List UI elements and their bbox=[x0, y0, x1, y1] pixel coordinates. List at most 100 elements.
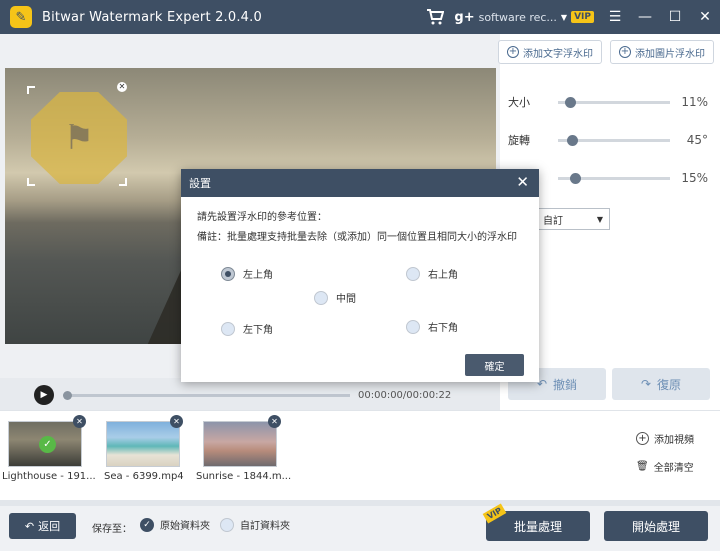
original-folder-label: 原始資料夾 bbox=[160, 521, 210, 532]
clear-all-button[interactable]: 🗑 全部清空 bbox=[636, 459, 694, 474]
dialog-prompt: 請先設置浮水印的參考位置： bbox=[197, 212, 327, 223]
back-button[interactable]: ↶ 返回 bbox=[9, 513, 76, 539]
selected-radio-icon bbox=[221, 266, 235, 281]
position-bottom-right[interactable]: 右下角 bbox=[406, 319, 458, 334]
radio-icon bbox=[314, 290, 328, 305]
resize-handle-bottom-left[interactable] bbox=[27, 178, 35, 186]
position-bottom-right-label: 右下角 bbox=[428, 323, 458, 334]
title-bar-controls: g+ software rec... ▼ VIP ☰ — ☐ ✕ bbox=[420, 0, 720, 34]
start-process-button[interactable]: 開始處理 bbox=[604, 511, 708, 541]
opacity-slider-knob[interactable] bbox=[569, 172, 581, 184]
size-label: 大小 bbox=[508, 96, 530, 109]
radio-icon bbox=[220, 517, 234, 532]
remove-watermark-icon[interactable]: ✕ bbox=[117, 82, 127, 92]
file-thumbnail-lighthouse[interactable]: ✓ bbox=[8, 421, 82, 467]
original-folder-option[interactable]: ✓ 原始資料夾 bbox=[140, 517, 210, 532]
checked-radio-icon: ✓ bbox=[140, 517, 154, 532]
back-label: 返回 bbox=[38, 520, 61, 533]
video-player-bar: ▶ 00:00:00/00:00:22 bbox=[0, 378, 500, 412]
position-top-right[interactable]: 右上角 bbox=[406, 266, 458, 281]
file-name: Sunrise - 1844.m... bbox=[196, 471, 292, 482]
position-select[interactable]: 自訂 ▼ bbox=[536, 208, 610, 230]
add-image-watermark-label: 添加圖片浮水印 bbox=[635, 48, 705, 60]
maximize-icon[interactable]: ☐ bbox=[660, 0, 690, 34]
size-value: 11% bbox=[681, 95, 708, 109]
position-top-right-label: 右上角 bbox=[428, 270, 458, 281]
back-arrow-icon: ↶ bbox=[24, 519, 35, 533]
video-time: 00:00:00/00:00:22 bbox=[358, 389, 452, 401]
position-top-left[interactable]: 左上角 bbox=[221, 266, 273, 281]
plus-circle-icon: + bbox=[636, 432, 649, 445]
vip-badge: VIP bbox=[482, 503, 507, 524]
custom-folder-label: 自訂資料夾 bbox=[240, 521, 290, 532]
title-bar: ✎ Bitwar Watermark Expert 2.0.4.0 g+ sof… bbox=[0, 0, 720, 34]
watermark-toolbar: + 添加文字浮水印 + 添加圖片浮水印 bbox=[498, 40, 714, 64]
radio-icon bbox=[221, 321, 235, 336]
position-bottom-left-label: 左下角 bbox=[243, 325, 273, 336]
rotate-label: 旋轉 bbox=[508, 134, 530, 147]
google-plus-icon[interactable]: g+ bbox=[454, 10, 474, 25]
undo-label: 撤銷 bbox=[553, 377, 578, 392]
add-video-label: 添加視頻 bbox=[654, 435, 694, 446]
dialog-header: 設置 ✕ bbox=[181, 169, 539, 197]
opacity-value: 15% bbox=[681, 171, 708, 185]
vip-badge[interactable]: VIP bbox=[571, 11, 594, 23]
position-center-label: 中間 bbox=[336, 294, 356, 305]
add-video-button[interactable]: + 添加視頻 bbox=[636, 431, 694, 446]
size-slider-row: 大小 11% bbox=[508, 92, 714, 112]
position-center[interactable]: 中間 bbox=[314, 290, 356, 305]
remove-file-icon[interactable]: ✕ bbox=[170, 415, 183, 428]
rotate-slider[interactable] bbox=[558, 134, 670, 146]
size-slider-knob[interactable] bbox=[565, 96, 577, 108]
size-slider[interactable] bbox=[558, 96, 670, 108]
chevron-down-icon: ▼ bbox=[596, 214, 603, 224]
radio-icon bbox=[406, 266, 420, 281]
redo-button[interactable]: ↷ 復原 bbox=[612, 368, 710, 400]
batch-process-button[interactable]: VIP 批量處理 bbox=[482, 503, 590, 541]
software-recommend-link[interactable]: software rec... bbox=[479, 11, 557, 24]
minimize-icon[interactable]: — bbox=[630, 0, 660, 34]
add-image-watermark-button[interactable]: + 添加圖片浮水印 bbox=[610, 40, 714, 64]
remove-file-icon[interactable]: ✕ bbox=[268, 415, 281, 428]
rotate-slider-row: 旋轉 45° bbox=[508, 130, 714, 150]
radio-icon bbox=[406, 319, 420, 334]
remove-file-icon[interactable]: ✕ bbox=[73, 415, 86, 428]
progress-knob[interactable] bbox=[63, 390, 72, 400]
play-button[interactable]: ▶ bbox=[34, 385, 54, 405]
trash-icon: 🗑 bbox=[636, 461, 649, 472]
dialog-title: 設置 bbox=[189, 177, 211, 190]
opacity-slider[interactable] bbox=[558, 172, 670, 184]
ok-button[interactable]: 確定 bbox=[465, 354, 524, 376]
position-select-value: 自訂 bbox=[543, 215, 563, 227]
rotate-slider-knob[interactable] bbox=[567, 134, 578, 146]
position-top-left-label: 左上角 bbox=[243, 270, 273, 281]
video-progress-bar[interactable] bbox=[63, 390, 350, 400]
start-process-label: 開始處理 bbox=[631, 519, 680, 534]
resize-handle-bottom-right[interactable] bbox=[119, 178, 127, 186]
file-thumbnail-sunrise[interactable] bbox=[203, 421, 277, 467]
rotate-value: 45° bbox=[686, 133, 708, 147]
watermark-selection-box[interactable]: ⚑ ✕ bbox=[27, 82, 127, 186]
plus-circle-icon: + bbox=[619, 46, 631, 58]
file-name: Lighthouse - 191... bbox=[2, 471, 96, 482]
bottom-bar: ↶ 返回 保存至： ✓ 原始資料夾 自訂資料夾 VIP 批量處理 開始處理 bbox=[0, 500, 720, 551]
dialog-close-icon[interactable]: ✕ bbox=[516, 173, 529, 191]
menu-icon[interactable]: ☰ bbox=[600, 0, 630, 34]
position-bottom-left[interactable]: 左下角 bbox=[221, 321, 273, 336]
app-title: Bitwar Watermark Expert 2.0.4.0 bbox=[42, 9, 262, 25]
file-thumbnail-sea[interactable] bbox=[106, 421, 180, 467]
batch-process-label: 批量處理 bbox=[513, 519, 562, 534]
dialog-note: 備註：批量處理支持批量去除（或添加）同一個位置且相同大小的浮水印 bbox=[197, 232, 517, 243]
add-text-watermark-label: 添加文字浮水印 bbox=[523, 48, 593, 60]
redo-icon: ↷ bbox=[640, 377, 652, 391]
close-icon[interactable]: ✕ bbox=[690, 0, 720, 34]
file-name: Sea - 6399.mp4 bbox=[104, 471, 184, 482]
resize-handle-top-left[interactable] bbox=[27, 86, 35, 94]
custom-folder-option[interactable]: 自訂資料夾 bbox=[220, 517, 290, 532]
cart-icon[interactable] bbox=[420, 0, 450, 34]
clear-all-label: 全部清空 bbox=[653, 463, 694, 474]
add-text-watermark-button[interactable]: + 添加文字浮水印 bbox=[498, 40, 602, 64]
settings-dialog: 設置 ✕ 請先設置浮水印的參考位置： 備註：批量處理支持批量去除（或添加）同一個… bbox=[181, 169, 539, 382]
caret-down-icon[interactable]: ▼ bbox=[561, 13, 567, 22]
save-to-label: 保存至： bbox=[92, 524, 132, 535]
